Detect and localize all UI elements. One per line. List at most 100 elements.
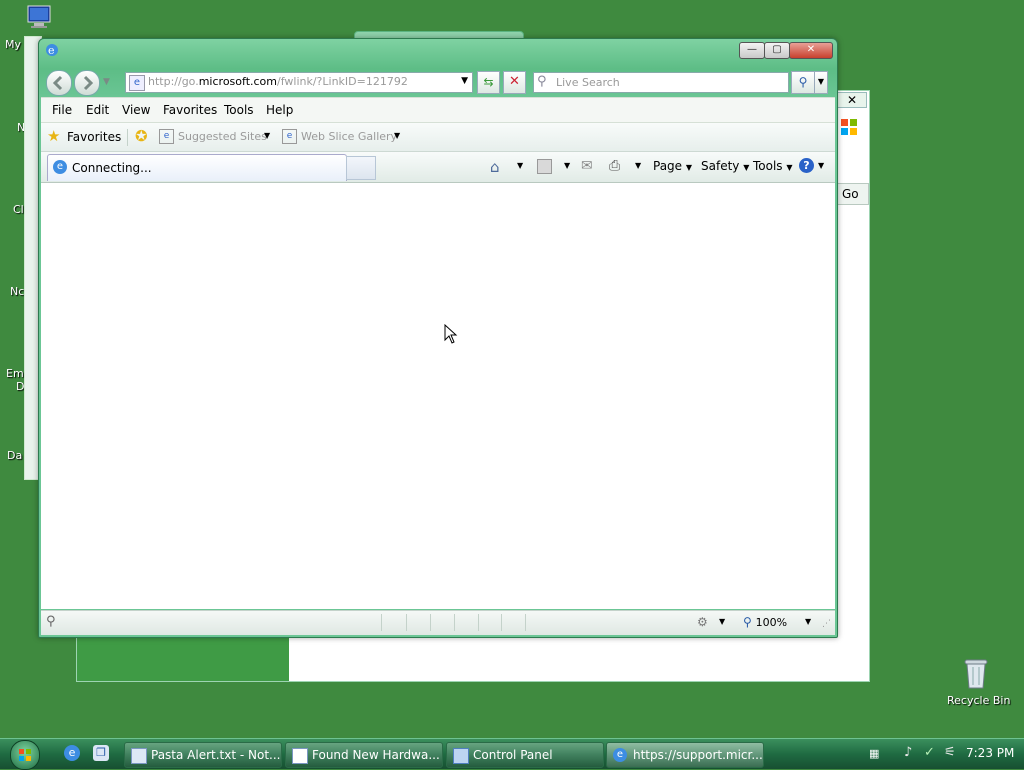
favorites-star-icon: ★ bbox=[47, 127, 61, 145]
tab-label: Connecting... bbox=[72, 161, 152, 175]
tab-and-command-bar: e Connecting... ⌂ ▼ ▼ ✉ ⎙ ▼ Page ▼ Safet… bbox=[41, 152, 835, 183]
taskbar: e ❐ Pasta Alert.txt - Not... Found New H… bbox=[0, 738, 1024, 770]
desktop-label-da[interactable]: Da bbox=[7, 449, 22, 462]
taskbar-item-label: Pasta Alert.txt - Not... bbox=[151, 748, 281, 762]
minimize-button[interactable]: — bbox=[739, 42, 765, 59]
help-icon[interactable]: ? bbox=[799, 158, 814, 173]
forward-button[interactable] bbox=[74, 70, 100, 96]
recycle-bin-label[interactable]: Recycle Bin bbox=[947, 694, 1010, 707]
desktop-label-nc[interactable]: Nc bbox=[10, 285, 24, 298]
desktop-label-em[interactable]: Em bbox=[6, 367, 24, 380]
safety-menu-label: Safety bbox=[701, 159, 740, 173]
page-dropdown-icon: ▼ bbox=[685, 163, 693, 172]
quick-launch-ie-icon[interactable]: e bbox=[64, 745, 80, 761]
favorites-separator bbox=[127, 129, 128, 146]
read-mail-icon[interactable]: ✉ bbox=[581, 158, 593, 174]
start-button[interactable] bbox=[10, 740, 40, 770]
menu-edit[interactable]: Edit bbox=[86, 103, 109, 117]
desktop-label-cl[interactable]: Cl bbox=[13, 203, 24, 216]
taskbar-item-control-panel[interactable]: Control Panel bbox=[446, 742, 604, 768]
background-window-go-button[interactable]: Go bbox=[837, 183, 869, 205]
search-box[interactable]: ⚲ Live Search bbox=[533, 72, 789, 93]
background-window-close-button[interactable]: ✕ bbox=[837, 92, 867, 108]
menu-file[interactable]: File bbox=[52, 103, 72, 117]
status-separator-5 bbox=[478, 614, 479, 631]
page-content-area[interactable] bbox=[41, 183, 835, 609]
tools-menu-label: Tools bbox=[753, 159, 783, 173]
home-dropdown-icon[interactable]: ▼ bbox=[517, 161, 523, 170]
home-icon[interactable]: ⌂ bbox=[490, 158, 500, 176]
back-button[interactable] bbox=[46, 70, 72, 96]
windows-flag-icon bbox=[841, 119, 857, 135]
taskbar-item-internet-explorer[interactable]: e https://support.micr... bbox=[606, 742, 764, 768]
help-dropdown-icon[interactable]: ▼ bbox=[818, 161, 824, 170]
keyboard-tray-icon[interactable]: ▦ bbox=[869, 747, 879, 760]
status-separator-4 bbox=[454, 614, 455, 631]
zoom-icon: ⚲ bbox=[743, 615, 752, 629]
resize-grip-icon[interactable]: ⋰ bbox=[822, 619, 831, 629]
new-tab-button[interactable] bbox=[346, 156, 376, 180]
safety-menu-button[interactable]: Safety ▼ bbox=[701, 159, 749, 173]
recent-pages-dropdown[interactable]: ▼ bbox=[103, 77, 110, 87]
address-url[interactable]: http://go.microsoft.com/fwlink/?LinkID=1… bbox=[148, 75, 408, 88]
go-label: Go bbox=[842, 187, 859, 201]
address-url-path: /fwlink/?LinkID=121792 bbox=[277, 75, 408, 88]
suggested-sites-dropdown-icon: ▼ bbox=[264, 131, 271, 140]
safely-remove-tray-icon[interactable]: ⚟ bbox=[944, 745, 956, 760]
feeds-icon[interactable] bbox=[537, 159, 552, 174]
close-button[interactable]: ✕ bbox=[789, 42, 833, 59]
protected-mode-dropdown-icon[interactable]: ▼ bbox=[719, 617, 725, 626]
volume-tray-icon[interactable]: ♪ bbox=[904, 745, 912, 760]
tab-connecting[interactable]: e Connecting... bbox=[47, 154, 347, 181]
stop-button[interactable]: ✕ bbox=[503, 71, 526, 94]
menu-view[interactable]: View bbox=[122, 103, 150, 117]
clock[interactable]: 7:23 PM bbox=[966, 746, 1014, 760]
status-search-icon: ⚲ bbox=[46, 614, 56, 629]
safety-dropdown-icon: ▼ bbox=[743, 163, 750, 172]
favorites-bar: ★ Favorites ✪ e Suggested Sites ▼ e Web … bbox=[41, 123, 835, 152]
control-panel-icon bbox=[453, 748, 469, 764]
notepad-icon bbox=[131, 748, 147, 764]
print-dropdown-icon[interactable]: ▼ bbox=[635, 161, 641, 170]
zoom-control[interactable]: ⚲ 100% bbox=[743, 615, 787, 629]
refresh-button[interactable]: ⇆ bbox=[477, 71, 500, 94]
internet-explorer-window[interactable]: e — ▢ ✕ ▼ e http://go.microsoft.com/fwli… bbox=[38, 38, 838, 638]
search-options-dropdown[interactable]: ▼ bbox=[814, 71, 828, 94]
web-slice-gallery-dropdown-icon: ▼ bbox=[394, 131, 401, 140]
tools-menu-button[interactable]: Tools ▼ bbox=[753, 159, 793, 173]
search-input[interactable]: Live Search bbox=[556, 76, 620, 89]
internet-explorer-icon: e bbox=[613, 748, 627, 762]
suggested-sites-label: Suggested Sites bbox=[178, 130, 267, 143]
web-slice-gallery-label: Web Slice Gallery bbox=[301, 130, 398, 143]
taskbar-item-label: https://support.micr... bbox=[633, 748, 763, 762]
network-tray-icon[interactable]: ✓ bbox=[924, 745, 935, 760]
zoom-dropdown-icon[interactable]: ▼ bbox=[805, 617, 811, 626]
live-search-icon: ⚲ bbox=[537, 74, 547, 89]
desktop-label-my[interactable]: My bbox=[5, 38, 21, 51]
background-window-green-panel bbox=[77, 637, 289, 681]
protected-mode-icon[interactable]: ⚙ bbox=[697, 615, 708, 629]
mouse-cursor-icon bbox=[444, 324, 458, 344]
address-bar[interactable]: e http://go.microsoft.com/fwlink/?LinkID… bbox=[125, 72, 473, 93]
menu-tools[interactable]: Tools bbox=[224, 103, 254, 117]
status-bar: ⚲ ⚙ ▼ ⚲ 100% ▼ ⋰ bbox=[41, 610, 835, 635]
add-to-favorites-bar-icon[interactable]: ✪ bbox=[135, 127, 148, 145]
status-separator-3 bbox=[430, 614, 431, 631]
status-separator-7 bbox=[525, 614, 526, 631]
page-menu-button[interactable]: Page ▼ bbox=[653, 159, 692, 173]
taskbar-item-notepad[interactable]: Pasta Alert.txt - Not... bbox=[124, 742, 282, 768]
quick-launch-switch-windows-icon[interactable]: ❐ bbox=[93, 745, 109, 761]
computer-desktop-icon[interactable] bbox=[26, 4, 54, 30]
maximize-button[interactable]: ▢ bbox=[764, 42, 790, 59]
taskbar-item-label: Found New Hardwa... bbox=[312, 748, 440, 762]
svg-text:e: e bbox=[48, 44, 55, 57]
menu-help[interactable]: Help bbox=[266, 103, 293, 117]
feeds-dropdown-icon[interactable]: ▼ bbox=[564, 161, 570, 170]
recycle-bin-icon[interactable] bbox=[962, 656, 990, 690]
search-button[interactable]: ⚲ bbox=[791, 71, 815, 94]
address-dropdown-icon[interactable]: ▼ bbox=[461, 76, 468, 86]
page-menu-label: Page bbox=[653, 159, 683, 173]
print-icon[interactable]: ⎙ bbox=[609, 158, 620, 174]
taskbar-item-found-new-hardware[interactable]: Found New Hardwa... bbox=[285, 742, 443, 768]
menu-favorites[interactable]: Favorites bbox=[163, 103, 217, 117]
